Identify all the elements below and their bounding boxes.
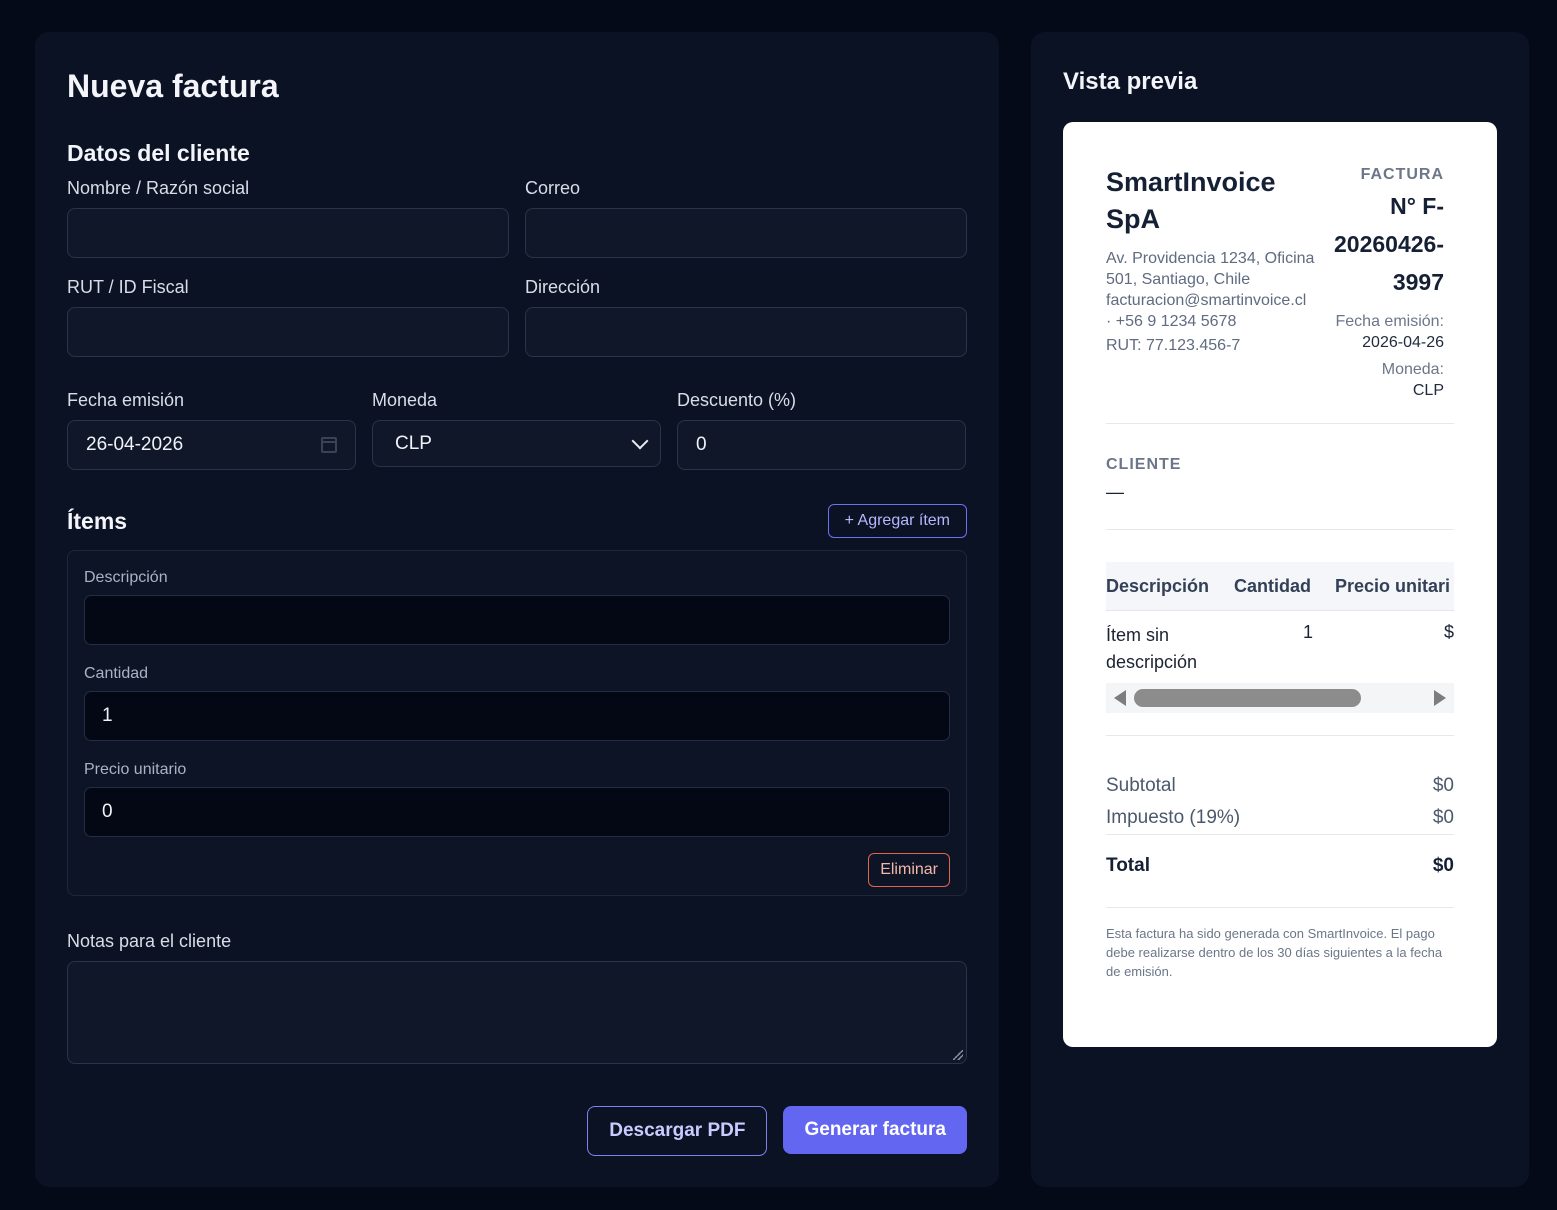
company-name: SmartInvoice SpA (1106, 167, 1276, 234)
scroll-left-icon[interactable] (1114, 690, 1126, 706)
tax-label: Impuesto (19%) (1106, 807, 1241, 828)
rut-input[interactable] (67, 307, 509, 357)
invoice-form-panel: Nueva factura Datos del cliente Nombre /… (35, 32, 999, 1187)
tax-value: $0 (1432, 807, 1454, 828)
cell-description: Ítem sin descripción (1106, 625, 1198, 672)
generate-invoice-button[interactable]: Generar factura (783, 1106, 967, 1154)
invoice-label: FACTURA (1360, 166, 1444, 183)
chevron-down-icon (631, 432, 649, 449)
invoice-date-label: Fecha emisión: (1335, 313, 1445, 330)
items-table: Descripción Cantidad Precio unitari Ítem… (1106, 562, 1454, 713)
email-input[interactable] (525, 208, 967, 258)
items-title: Ítems (67, 507, 128, 534)
divider (1106, 529, 1454, 530)
preview-panel: Vista previa SmartInvoice SpA Av. Provid… (1031, 32, 1529, 1187)
form-actions: Descargar PDF Generar factura (67, 1106, 967, 1156)
notes-field-group: Notas para el cliente (67, 931, 967, 1064)
total-row: Total $0 (1106, 843, 1454, 907)
item-price-group: Precio unitario 0 (84, 760, 950, 837)
client-value: — (1106, 482, 1124, 502)
item-card: Descripción Cantidad 1 Precio unitario 0… (67, 550, 967, 896)
cell-price: $ (1443, 622, 1454, 642)
item-price-input[interactable]: 0 (84, 787, 950, 837)
date-value: 26-04-2026 (86, 434, 184, 455)
invoice-currency-value: CLP (1412, 382, 1444, 399)
subtotal-row: Subtotal $0 (1106, 770, 1454, 802)
total-label: Total (1106, 855, 1150, 876)
column-header-price: Precio unitari (1335, 575, 1451, 596)
invoice-footer-note: Esta factura ha sido generada con SmartI… (1106, 926, 1443, 979)
divider (1106, 834, 1454, 835)
client-block: CLIENTE — (1106, 424, 1454, 529)
column-header-quantity: Cantidad (1234, 575, 1312, 596)
add-item-button[interactable]: + Agregar ítem (827, 504, 967, 538)
table-row: Ítem sin descripción 1 $ (1106, 611, 1454, 683)
horizontal-scrollbar[interactable] (1106, 683, 1454, 713)
item-description-label: Descripción (84, 569, 168, 586)
resize-handle-icon[interactable] (953, 1050, 963, 1060)
scroll-right-icon[interactable] (1434, 690, 1446, 706)
company-rut: RUT: 77.123.456-7 (1106, 337, 1241, 354)
date-label: Fecha emisión (67, 390, 185, 410)
item-price-label: Precio unitario (84, 761, 187, 778)
currency-field-group: Moneda CLP (372, 389, 661, 470)
invoice-currency-label: Moneda: (1381, 361, 1444, 378)
scroll-thumb[interactable] (1134, 689, 1361, 707)
invoice-header: SmartInvoice SpA Av. Providencia 1234, O… (1106, 164, 1454, 401)
invoice-meta: FACTURA N° F-20260426-3997 Fecha emisión… (1334, 164, 1444, 401)
page-title: Nueva factura (67, 68, 279, 104)
totals-block: Subtotal $0 Impuesto (19%) $0 Total $0 (1106, 736, 1454, 907)
subtotal-label: Subtotal (1106, 775, 1176, 796)
total-value: $0 (1432, 855, 1454, 876)
invoice-meta-row: Fecha emisión 26-04-2026 Moneda CLP Desc… (67, 389, 967, 470)
client-row-2: RUT / ID Fiscal Dirección (67, 276, 967, 357)
company-contact: facturacion@smartinvoice.cl · +56 9 1234… (1106, 292, 1307, 330)
address-input[interactable] (525, 307, 967, 357)
invoice-number: N° F-20260426-3997 (1334, 193, 1444, 295)
name-label: Nombre / Razón social (67, 178, 250, 198)
table-header: Descripción Cantidad Precio unitari (1106, 562, 1454, 611)
company-address: Av. Providencia 1234, Oficina 501, Santi… (1106, 250, 1315, 288)
item-quantity-group: Cantidad 1 (84, 664, 950, 741)
item-quantity-label: Cantidad (84, 665, 149, 682)
name-field-group: Nombre / Razón social (67, 177, 509, 258)
column-header-description: Descripción (1106, 575, 1210, 596)
item-description-input[interactable] (84, 595, 950, 645)
email-field-group: Correo (525, 177, 967, 258)
discount-label: Descuento (%) (677, 390, 797, 410)
invoice-date-value: 2026-04-26 (1362, 334, 1444, 351)
preview-title: Vista previa (1063, 68, 1198, 95)
calendar-icon[interactable] (321, 437, 337, 453)
name-input[interactable] (67, 208, 509, 258)
rut-field-group: RUT / ID Fiscal (67, 276, 509, 357)
cell-quantity: 1 (1302, 622, 1313, 642)
item-description-group: Descripción (84, 568, 950, 645)
subtotal-value: $0 (1432, 775, 1454, 796)
scroll-track[interactable] (1134, 689, 1426, 707)
date-field-group: Fecha emisión 26-04-2026 (67, 389, 356, 470)
client-section-title: Datos del cliente (67, 140, 250, 166)
item-actions: Eliminar (84, 853, 950, 887)
company-block: SmartInvoice SpA Av. Providencia 1234, O… (1106, 164, 1316, 401)
email-label: Correo (525, 178, 581, 198)
date-input[interactable]: 26-04-2026 (67, 420, 356, 470)
currency-label: Moneda (372, 390, 438, 410)
items-header: Ítems + Agregar ítem (67, 504, 967, 538)
invoice-document: SmartInvoice SpA Av. Providencia 1234, O… (1063, 122, 1497, 1047)
tax-row: Impuesto (19%) $0 (1106, 802, 1454, 834)
discount-input[interactable]: 0 (677, 420, 966, 470)
discount-field-group: Descuento (%) 0 (677, 389, 966, 470)
download-pdf-button[interactable]: Descargar PDF (587, 1106, 768, 1156)
notes-label: Notas para el cliente (67, 931, 232, 951)
item-quantity-input[interactable]: 1 (84, 691, 950, 741)
address-field-group: Dirección (525, 276, 967, 357)
currency-select[interactable]: CLP (372, 420, 661, 467)
client-row-1: Nombre / Razón social Correo (67, 177, 967, 258)
notes-textarea[interactable] (67, 961, 967, 1064)
currency-value: CLP (395, 432, 432, 454)
delete-item-button[interactable]: Eliminar (868, 853, 950, 887)
rut-label: RUT / ID Fiscal (67, 277, 189, 297)
client-label: CLIENTE (1106, 456, 1182, 473)
address-label: Dirección (525, 277, 601, 297)
